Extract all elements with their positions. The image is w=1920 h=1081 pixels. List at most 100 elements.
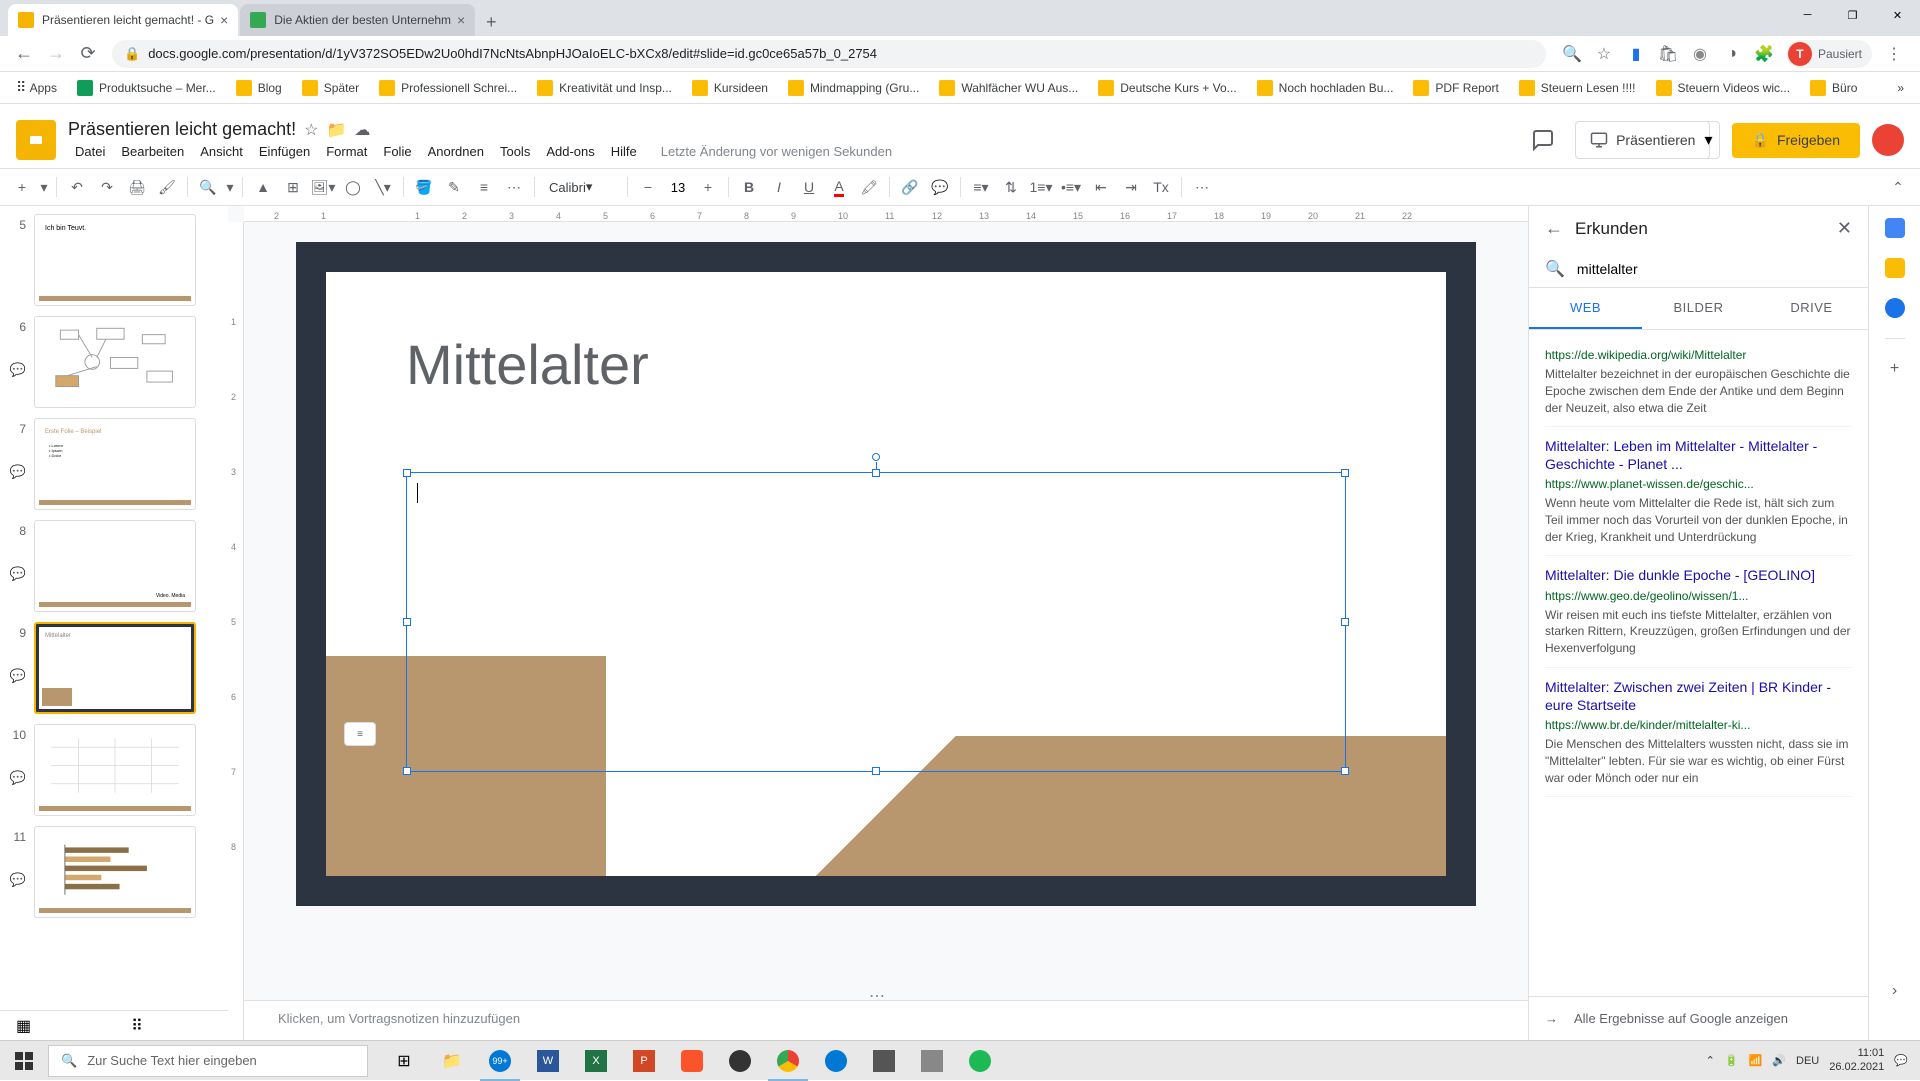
- text-color-button[interactable]: A: [825, 173, 853, 201]
- clear-formatting-button[interactable]: Tx: [1147, 173, 1175, 201]
- search-result[interactable]: Mittelalter: Die dunkle Epoche - [GEOLIN…: [1545, 556, 1852, 667]
- edge-browser-icon[interactable]: [812, 1041, 860, 1081]
- system-tray[interactable]: ⌃ 🔋 📶 🔊 DEU 11:01 26.02.2021 💬: [1694, 1047, 1920, 1073]
- keep-icon[interactable]: [1885, 258, 1905, 278]
- new-slide-button[interactable]: +: [8, 173, 36, 201]
- url-input[interactable]: 🔒 docs.google.com/presentation/d/1yV372S…: [112, 40, 1546, 68]
- user-avatar[interactable]: [1872, 124, 1904, 156]
- new-slide-dropdown[interactable]: ▾: [38, 173, 50, 201]
- bookmark-item[interactable]: Blog: [228, 76, 290, 100]
- explore-tab-web[interactable]: WEB: [1529, 288, 1642, 329]
- menu-file[interactable]: Datei: [68, 142, 112, 161]
- notes-resize-handle[interactable]: [228, 992, 1528, 1000]
- bookmark-item[interactable]: Wahlfächer WU Aus...: [931, 76, 1086, 100]
- chrome-icon[interactable]: [764, 1041, 812, 1081]
- start-button[interactable]: [0, 1041, 48, 1081]
- font-size-increase[interactable]: +: [694, 173, 722, 201]
- line-spacing-button[interactable]: ⇅: [997, 173, 1025, 201]
- spotify-icon[interactable]: [956, 1041, 1004, 1081]
- maximize-button[interactable]: ❐: [1830, 0, 1875, 30]
- menu-edit[interactable]: Bearbeiten: [114, 142, 191, 161]
- explore-back-button[interactable]: ←: [1545, 218, 1563, 239]
- bold-button[interactable]: B: [735, 173, 763, 201]
- bookmark-item[interactable]: Mindmapping (Gru...: [780, 76, 927, 100]
- body-textbox-selected[interactable]: [406, 472, 1346, 772]
- bookmark-item[interactable]: Später: [294, 76, 367, 100]
- highlight-button[interactable]: 🖍: [855, 173, 883, 201]
- comment-indicator-icon[interactable]: 💬: [0, 668, 26, 684]
- app-icon[interactable]: [908, 1041, 956, 1081]
- calendar-icon[interactable]: [1885, 218, 1905, 238]
- word-icon[interactable]: W: [524, 1041, 572, 1081]
- move-icon[interactable]: 📁: [326, 120, 346, 140]
- search-result[interactable]: Mittelalter: Leben im Mittelalter - Mitt…: [1545, 427, 1852, 556]
- browser-tab-active[interactable]: Präsentieren leicht gemacht! - G ×: [8, 4, 238, 36]
- bookmark-item[interactable]: PDF Report: [1405, 76, 1506, 100]
- filmstrip-view-icon[interactable]: ▦: [16, 1016, 31, 1036]
- extension-icon[interactable]: ◑: [1722, 44, 1742, 64]
- redo-button[interactable]: ↷: [93, 173, 121, 201]
- excel-icon[interactable]: X: [572, 1041, 620, 1081]
- border-weight-button[interactable]: ≡: [470, 173, 498, 201]
- close-window-button[interactable]: ✕: [1875, 0, 1920, 30]
- slides-logo[interactable]: [16, 120, 56, 160]
- rotate-handle[interactable]: [872, 453, 880, 461]
- menu-arrange[interactable]: Anordnen: [421, 142, 491, 161]
- present-dropdown[interactable]: ▾: [1698, 121, 1719, 159]
- resize-handle[interactable]: [1341, 767, 1349, 775]
- zoom-button[interactable]: 🔍: [194, 173, 222, 201]
- browser-tab[interactable]: Die Aktien der besten Unternehm ×: [240, 4, 475, 36]
- close-tab-icon[interactable]: ×: [220, 12, 228, 28]
- menu-addons[interactable]: Add-ons: [539, 142, 601, 161]
- clock[interactable]: 11:01 26.02.2021: [1829, 1047, 1884, 1073]
- border-dash-button[interactable]: ⋯: [500, 173, 528, 201]
- edge-icon[interactable]: 99+: [476, 1041, 524, 1081]
- bookmark-item[interactable]: Steuern Lesen !!!!: [1511, 76, 1644, 100]
- wifi-icon[interactable]: 📶: [1749, 1054, 1763, 1067]
- resize-handle[interactable]: [1341, 469, 1349, 477]
- minimize-button[interactable]: ─: [1785, 0, 1830, 30]
- battery-icon[interactable]: 🔋: [1725, 1054, 1739, 1067]
- line-tool[interactable]: ╲▾: [369, 173, 397, 201]
- margin-control[interactable]: ≡: [344, 722, 376, 746]
- slide-thumb[interactable]: Ich bin Teuvt.: [34, 214, 196, 306]
- align-button[interactable]: ≡▾: [967, 173, 995, 201]
- volume-icon[interactable]: 🔊: [1772, 1054, 1786, 1067]
- obs-icon[interactable]: [716, 1041, 764, 1081]
- menu-format[interactable]: Format: [319, 142, 374, 161]
- hide-side-panel[interactable]: ›: [1892, 982, 1897, 1000]
- notifications-icon[interactable]: 💬: [1894, 1054, 1908, 1067]
- slide-thumb[interactable]: [34, 316, 196, 408]
- reload-button[interactable]: ⟳: [72, 38, 104, 70]
- bookmark-item[interactable]: Steuern Videos wic...: [1648, 76, 1799, 100]
- taskbar-search[interactable]: 🔍 Zur Suche Text hier eingeben: [48, 1045, 368, 1077]
- bookmark-item[interactable]: Noch hochladen Bu...: [1249, 76, 1402, 100]
- add-app-icon[interactable]: +: [1885, 359, 1905, 379]
- zoom-icon[interactable]: 🔍: [1562, 44, 1582, 64]
- indent-increase-button[interactable]: ⇥: [1117, 173, 1145, 201]
- profile-button[interactable]: T Pausiert: [1786, 40, 1872, 68]
- italic-button[interactable]: I: [765, 173, 793, 201]
- tasks-icon[interactable]: [1885, 298, 1905, 318]
- menu-slide[interactable]: Folie: [376, 142, 418, 161]
- star-icon[interactable]: ☆: [1594, 44, 1614, 64]
- comment-indicator-icon[interactable]: 💬: [0, 566, 26, 582]
- slide-thumb-active[interactable]: Mittelalter: [34, 622, 196, 714]
- close-tab-icon[interactable]: ×: [457, 12, 465, 28]
- indent-decrease-button[interactable]: ⇤: [1087, 173, 1115, 201]
- undo-button[interactable]: ↶: [63, 173, 91, 201]
- last-edit-text[interactable]: Letzte Änderung vor wenigen Sekunden: [654, 142, 899, 161]
- comment-indicator-icon[interactable]: 💬: [0, 464, 26, 480]
- document-title[interactable]: Präsentieren leicht gemacht!: [68, 119, 296, 140]
- numbered-list-button[interactable]: 1≡▾: [1027, 173, 1055, 201]
- resize-handle[interactable]: [403, 618, 411, 626]
- print-button[interactable]: 🖨: [123, 173, 151, 201]
- apps-button[interactable]: ⠿ Apps: [8, 75, 65, 100]
- bookmarks-overflow[interactable]: »: [1889, 77, 1912, 99]
- zoom-dropdown[interactable]: ▾: [224, 173, 236, 201]
- font-size-input[interactable]: 13: [662, 180, 694, 195]
- brave-icon[interactable]: [668, 1041, 716, 1081]
- font-family-select[interactable]: Calibri ▾: [541, 179, 621, 195]
- image-tool[interactable]: 🖼▾: [309, 173, 337, 201]
- filmstrip[interactable]: 5 Ich bin Teuvt. 6💬 7💬 Erste Folie – Bei…: [0, 206, 228, 1040]
